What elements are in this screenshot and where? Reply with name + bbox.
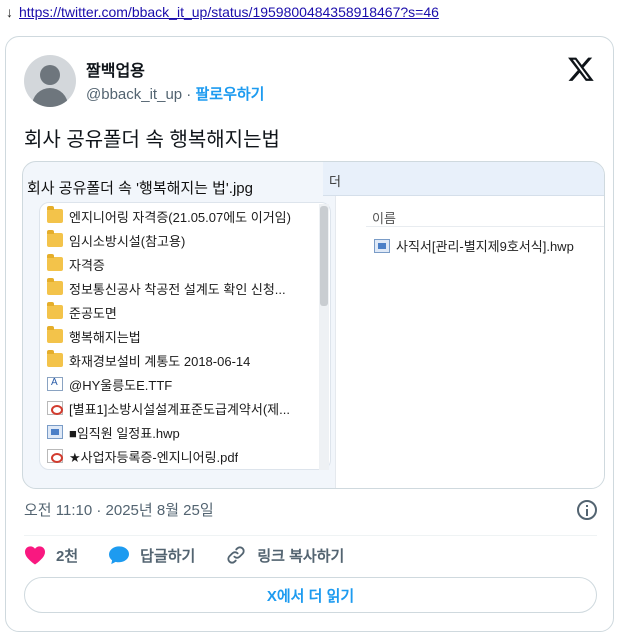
file-name: 자격증 xyxy=(69,257,105,273)
resignation-file-row[interactable]: 사직서[관리-별지제9호서식].hwp xyxy=(374,236,574,255)
separator-dot: · xyxy=(186,86,192,103)
folder-icon xyxy=(47,206,63,223)
column-divider xyxy=(366,226,604,227)
tweet-url-link[interactable]: https://twitter.com/bback_it_up/status/1… xyxy=(19,4,439,20)
folder-icon xyxy=(47,278,63,295)
tweet-timestamp[interactable]: 오전 11:10 · 2025년 8월 25일 xyxy=(24,499,214,520)
file-row[interactable]: 준공도면 xyxy=(41,300,331,324)
pdf-file-icon xyxy=(47,401,63,415)
file-name: 엔지니어링 자격증(21.05.07에도 이거임) xyxy=(69,209,291,225)
action-bar: 2천 답글하기 링크 복사하기 xyxy=(24,543,597,567)
hwp-file-icon xyxy=(374,238,390,253)
file-row[interactable]: @HY울릉도E.TTF xyxy=(41,372,331,396)
reply-button[interactable]: 답글하기 xyxy=(108,545,195,566)
tweet-card: 짤백업용 @bback_it_up · 팔로우하기 회사 공유폴더 속 행복해지… xyxy=(5,36,614,632)
file-name: @HY울릉도E.TTF xyxy=(69,377,173,393)
file-row[interactable]: 자격증 xyxy=(41,252,331,276)
explorer-address-bar: 더 xyxy=(323,162,604,196)
file-row[interactable]: 임시소방시설(참고용) xyxy=(41,228,331,252)
divider xyxy=(24,535,597,536)
heart-icon xyxy=(25,546,45,565)
follow-button[interactable]: 팔로우하기 xyxy=(195,86,264,103)
like-count: 2천 xyxy=(56,547,79,565)
link-icon xyxy=(227,546,245,564)
author-display-name[interactable]: 짤백업용 xyxy=(86,57,145,81)
like-button[interactable]: 2천 xyxy=(24,545,78,566)
read-more-on-x-button[interactable]: X에서 더 읽기 xyxy=(24,577,597,613)
url-line[interactable]: ↓ https://twitter.com/bback_it_up/status/… xyxy=(6,4,439,20)
file-row[interactable]: [별표1]소방시설설계표준도급계약서(제... xyxy=(41,396,331,420)
avatar-head-shape xyxy=(40,65,60,85)
file-row[interactable]: 정보통신공사 착공전 설계도 확인 신청... xyxy=(41,276,331,300)
author-handle[interactable]: @bback_it_up xyxy=(86,86,182,103)
tweet-media-image[interactable]: 더 회사 공유폴더 속 '행복해지는 법'.jpg 엔지니어링 자격증(21.0… xyxy=(22,161,605,489)
file-row[interactable]: ■임직원 일정표.hwp xyxy=(41,420,331,444)
name-column-header[interactable]: 이름 xyxy=(372,208,396,227)
file-name: ■임직원 일정표.hwp xyxy=(69,425,180,441)
hwp-file-icon xyxy=(47,425,63,439)
file-row[interactable]: ★사업자등록증-엔지니어링.pdf xyxy=(41,444,331,468)
folder-icon xyxy=(47,230,63,247)
folder-icon xyxy=(47,254,63,271)
x-logo-icon[interactable] xyxy=(567,55,595,83)
copy-link-label: 링크 복사하기 xyxy=(257,547,345,565)
file-row[interactable]: 화재경보설비 계통도 2018-06-14 xyxy=(41,348,331,372)
info-icon[interactable] xyxy=(577,499,597,520)
download-arrow-icon: ↓ xyxy=(6,4,13,20)
explorer-tab-fragment: 더 xyxy=(329,174,341,189)
reply-label: 답글하기 xyxy=(140,547,196,565)
copy-link-button[interactable]: 링크 복사하기 xyxy=(225,545,344,566)
avatar[interactable] xyxy=(24,55,76,107)
file-row[interactable]: 엔지니어링 자격증(21.05.07에도 이거임) xyxy=(41,204,331,228)
file-name: 화재경보설비 계통도 2018-06-14 xyxy=(69,353,251,369)
font-file-icon xyxy=(47,377,63,391)
folder-icon xyxy=(47,302,63,319)
tweet-text: 회사 공유폴더 속 행복해지는법 xyxy=(24,129,280,151)
file-row-highlighted[interactable]: 행복해지는법 xyxy=(41,324,331,348)
file-name: ★사업자등록증-엔지니어링.pdf xyxy=(69,449,239,465)
media-title: 회사 공유폴더 속 '행복해지는 법'.jpg xyxy=(27,180,253,197)
file-name: 정보통신공사 착공전 설계도 확인 신청... xyxy=(69,281,286,297)
author-handle-row: @bback_it_up · 팔로우하기 xyxy=(86,83,264,104)
file-name: 사직서[관리-별지제9호서식].hwp xyxy=(396,239,574,254)
folder-icon xyxy=(47,350,63,367)
file-name: 임시소방시설(참고용) xyxy=(69,233,186,249)
detail-pane: 이름 사직서[관리-별지제9호서식].hwp xyxy=(335,196,604,488)
file-name: 행복해지는법 xyxy=(69,329,141,345)
timestamp-row: 오전 11:10 · 2025년 8월 25일 xyxy=(24,499,597,520)
avatar-body-shape xyxy=(32,88,68,107)
file-name: 준공도면 xyxy=(69,305,117,321)
reply-bubble-icon xyxy=(109,546,130,565)
file-name: [별표1]소방시설설계표준도급계약서(제... xyxy=(69,401,290,417)
folder-icon xyxy=(47,326,63,343)
file-list: 엔지니어링 자격증(21.05.07에도 이거임) 임시소방시설(참고용) 자격… xyxy=(41,204,331,468)
pdf-file-icon xyxy=(47,449,63,463)
